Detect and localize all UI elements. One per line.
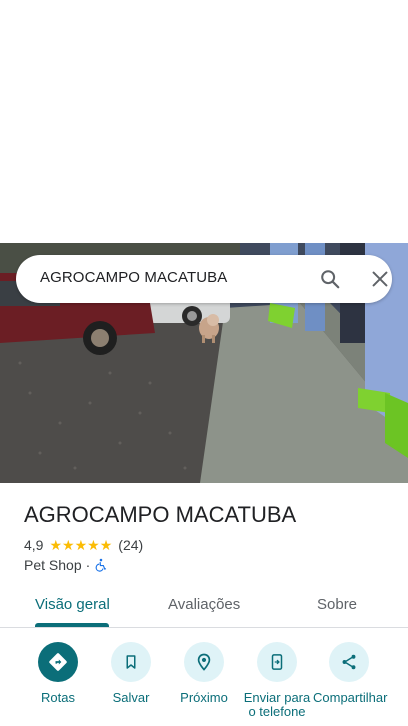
place-title: AGROCAMPO MACATUBA bbox=[24, 502, 297, 527]
directions-icon bbox=[38, 642, 78, 682]
map-blank-area bbox=[0, 0, 408, 243]
search-input[interactable]: AGROCAMPO MACATUBA bbox=[40, 269, 227, 286]
star-rating: ★ ★ ★ ★ ★ bbox=[49, 538, 112, 552]
send-to-phone-label: Enviar para o telefone bbox=[243, 690, 311, 719]
nearby-button[interactable]: Próximo bbox=[169, 642, 239, 705]
place-category: Pet Shop bbox=[24, 557, 82, 573]
share-icon bbox=[329, 642, 369, 682]
action-buttons: Rotas Salvar Próximo Enviar para o telef… bbox=[0, 640, 408, 726]
star-icon: ★ bbox=[62, 537, 75, 553]
search-icon[interactable] bbox=[319, 268, 341, 290]
star-icon: ★ bbox=[87, 537, 100, 553]
review-count: (24) bbox=[118, 537, 144, 553]
bookmark-icon bbox=[111, 642, 151, 682]
star-icon: ★ bbox=[74, 537, 88, 553]
close-icon[interactable] bbox=[369, 268, 391, 290]
separator-dot: · bbox=[85, 557, 91, 573]
search-bar[interactable]: AGROCAMPO MACATUBA bbox=[16, 255, 392, 303]
wheelchair-icon bbox=[94, 558, 108, 572]
nearby-label: Próximo bbox=[180, 690, 228, 705]
send-to-phone-button[interactable]: Enviar para o telefone bbox=[242, 642, 312, 719]
tab-visao-geral[interactable]: Visão geral bbox=[35, 596, 110, 613]
directions-button[interactable]: Rotas bbox=[23, 642, 93, 705]
category-row: Pet Shop · bbox=[24, 556, 108, 574]
share-label: Compartilhar bbox=[313, 690, 388, 705]
active-tab-indicator bbox=[35, 623, 109, 627]
tab-bar: Visão geral Avaliações Sobre bbox=[0, 585, 408, 628]
save-button[interactable]: Salvar bbox=[96, 642, 166, 705]
tab-avaliacoes[interactable]: Avaliações bbox=[168, 596, 240, 613]
star-icon: ★ bbox=[49, 537, 63, 553]
nearby-icon bbox=[184, 642, 224, 682]
save-label: Salvar bbox=[112, 690, 150, 705]
directions-label: Rotas bbox=[41, 690, 75, 705]
rating-value: 4,9 bbox=[24, 537, 44, 553]
star-icon: ★ bbox=[99, 537, 113, 553]
share-button[interactable]: Compartilhar bbox=[313, 642, 388, 705]
rating-row[interactable]: 4,9 ★ ★ ★ ★ ★ (24) bbox=[24, 536, 143, 554]
send-to-phone-icon bbox=[257, 642, 297, 682]
tab-sobre[interactable]: Sobre bbox=[317, 596, 357, 613]
